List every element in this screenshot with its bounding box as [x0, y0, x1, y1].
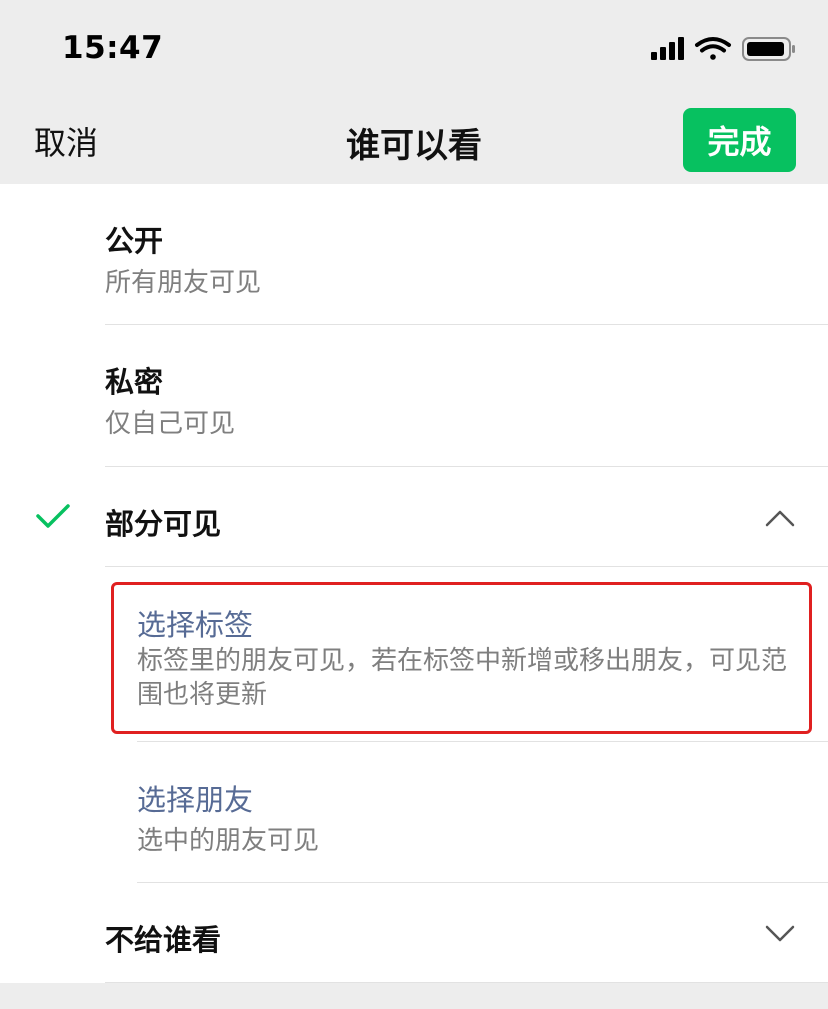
chevron-up-icon[interactable]: [765, 509, 795, 527]
option-title: 公开: [105, 224, 164, 258]
top-bar: 15:47 取消 谁可以看 完成: [0, 0, 828, 184]
sub-option-title: 选择标签: [137, 608, 254, 642]
sub-option-desc: 标签里的朋友可见，若在标签中新增或移出朋友，可见范围也将更新: [137, 646, 788, 710]
option-partial[interactable]: 部分可见: [0, 467, 828, 566]
chevron-down-icon[interactable]: [765, 925, 795, 943]
option-private[interactable]: 私密 仅自己可见: [0, 325, 828, 466]
done-button[interactable]: 完成: [683, 108, 796, 172]
option-title: 私密: [105, 365, 164, 399]
option-desc: 所有朋友可见: [105, 268, 262, 298]
wifi-icon: [695, 37, 731, 60]
status-time: 15:47: [62, 30, 164, 66]
signal-icon: [651, 37, 684, 60]
option-exclude[interactable]: 不给谁看: [0, 883, 828, 982]
battery-icon: [742, 37, 795, 61]
cancel-button[interactable]: 取消: [34, 118, 98, 164]
option-title: 部分可见: [105, 507, 222, 541]
sub-option-title: 选择朋友: [137, 783, 254, 817]
option-desc: 仅自己可见: [105, 409, 236, 439]
option-title: 不给谁看: [105, 923, 222, 957]
sub-option-desc: 选中的朋友可见: [137, 826, 320, 856]
sub-option-select-friends[interactable]: 选择朋友 选中的朋友可见: [0, 742, 828, 882]
checkmark-icon: [36, 504, 70, 528]
status-icons: [651, 36, 796, 62]
bottom-background: [0, 983, 828, 1009]
option-public[interactable]: 公开 所有朋友可见: [0, 184, 828, 324]
sub-option-select-tags[interactable]: 选择标签 标签里的朋友可见，若在标签中新增或移出朋友，可见范围也将更新: [0, 567, 828, 740]
